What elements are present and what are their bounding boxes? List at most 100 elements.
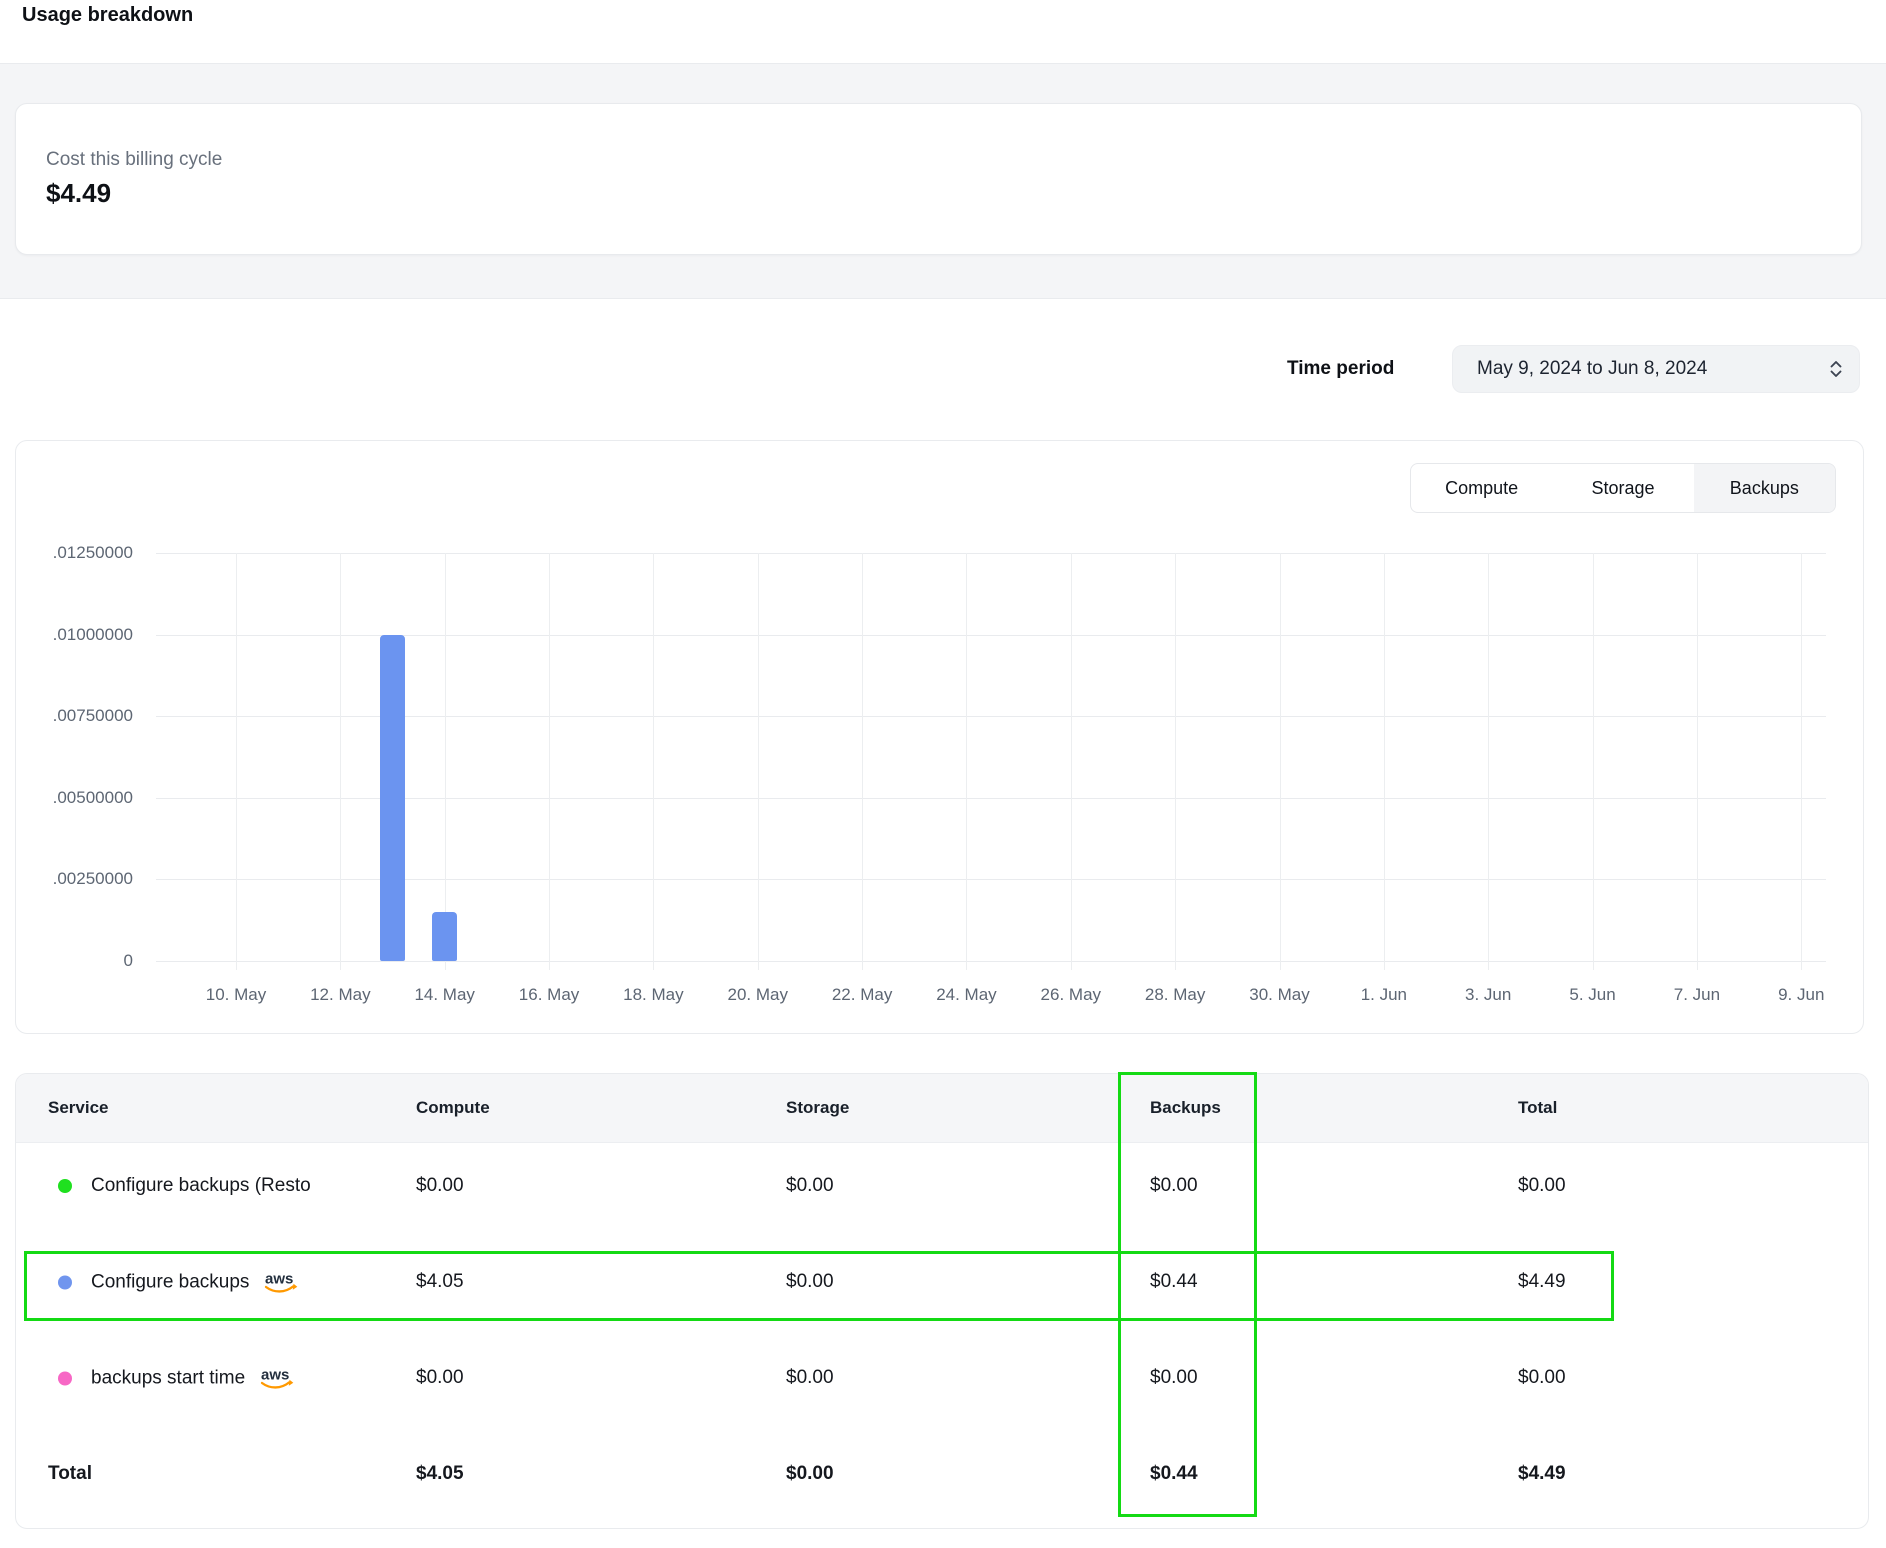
total-value: $0.00 [1518, 1367, 1566, 1389]
usage-breakdown-page: Usage breakdown Cost this billing cycle … [0, 0, 1886, 1548]
tab-compute[interactable]: Compute [1411, 464, 1552, 512]
gridline-vertical [1488, 553, 1489, 970]
service-name: backups start time [91, 1367, 245, 1389]
gridline-horizontal [156, 798, 1826, 799]
gridline-vertical [236, 553, 237, 970]
total-value: $4.49 [1518, 1463, 1566, 1485]
x-axis-tick-label: 1. Jun [1339, 985, 1429, 1005]
storage-value: $0.00 [786, 1367, 834, 1389]
x-axis-tick-label: 14. May [400, 985, 490, 1005]
compute-value: $4.05 [416, 1271, 464, 1293]
gridline-vertical [1697, 553, 1698, 970]
gridline-vertical [966, 553, 967, 970]
service-name: Configure backups [91, 1271, 249, 1293]
usage-table: Service Compute Storage Backups Total Config… [15, 1073, 1869, 1529]
x-axis-tick-label: 3. Jun [1443, 985, 1533, 1005]
billing-cycle-amount: $4.49 [46, 178, 111, 208]
backups-value: $0.00 [1150, 1367, 1198, 1389]
backups-value: $0.44 [1150, 1271, 1198, 1293]
table-row: Configure backups aws $4.05 $0.00 $0.44 $4.49 [16, 1234, 1868, 1330]
series-color-dot [58, 1275, 72, 1289]
gridline-vertical [340, 553, 341, 970]
tab-backups[interactable]: Backups [1694, 464, 1835, 512]
billing-cycle-label: Cost this billing cycle [46, 148, 222, 172]
time-period-value: May 9, 2024 to Jun 8, 2024 [1477, 358, 1827, 380]
series-color-dot [58, 1179, 72, 1193]
column-header-service: Service [48, 1074, 109, 1142]
x-axis-tick-label: 12. May [295, 985, 385, 1005]
table-total-row: Total $4.05 $0.00 $0.44 $4.49 [16, 1426, 1868, 1522]
gridline-vertical [1593, 553, 1594, 970]
gridline-vertical [1384, 553, 1385, 970]
service-cell: Configure backups aws [58, 1269, 298, 1296]
storage-value: $0.00 [786, 1271, 834, 1293]
gridline-horizontal [156, 716, 1826, 717]
y-axis-tick-label: .01000000 [23, 625, 133, 645]
x-axis-tick-label: 28. May [1130, 985, 1220, 1005]
gridline-vertical [445, 553, 446, 970]
column-header-total: Total [1518, 1074, 1557, 1142]
gridline-vertical [862, 553, 863, 970]
aws-logo-icon: aws [262, 1269, 298, 1296]
x-axis-tick-label: 7. Jun [1652, 985, 1742, 1005]
x-axis-tick-label: 22. May [817, 985, 907, 1005]
x-axis-tick-label: 16. May [504, 985, 594, 1005]
x-axis-tick-label: 26. May [1026, 985, 1116, 1005]
chart-bar-14-may [432, 912, 457, 961]
y-axis-tick-label: .00500000 [23, 788, 133, 808]
total-value: $4.49 [1518, 1271, 1566, 1293]
compute-value: $0.00 [416, 1367, 464, 1389]
gridline-vertical [653, 553, 654, 970]
chart-bar-13-may [380, 635, 405, 961]
service-cell: backups start time aws [58, 1365, 294, 1392]
compute-value: $4.05 [416, 1463, 464, 1485]
chart-metric-tabs: ComputeStorageBackups [1410, 463, 1836, 513]
aws-logo-icon: aws [258, 1365, 294, 1392]
gridline-vertical [1801, 553, 1802, 970]
gridline-vertical [1071, 553, 1072, 970]
x-axis-tick-label: 24. May [921, 985, 1011, 1005]
service-name: Configure backups (Resto [91, 1175, 311, 1197]
x-axis-tick-label: 10. May [191, 985, 281, 1005]
gridline-horizontal [156, 553, 1826, 554]
backups-value: $0.00 [1150, 1175, 1198, 1197]
time-period-select[interactable]: May 9, 2024 to Jun 8, 2024 [1452, 345, 1860, 393]
y-axis-tick-label: .00750000 [23, 706, 133, 726]
column-header-backups: Backups [1150, 1074, 1221, 1142]
column-header-compute: Compute [416, 1074, 490, 1142]
billing-cycle-card: Cost this billing cycle $4.49 [15, 103, 1862, 255]
usage-chart-card: ComputeStorageBackups .01250000 .01000000… [15, 440, 1864, 1034]
gridline-vertical [1175, 553, 1176, 970]
time-period-label: Time period [1287, 345, 1394, 393]
total-row-label: Total [48, 1463, 92, 1485]
total-value: $0.00 [1518, 1175, 1566, 1197]
page-title: Usage breakdown [22, 4, 193, 27]
table-row: Configure backups (Resto $0.00 $0.00 $0.00 $… [16, 1138, 1868, 1234]
y-axis-tick-label: .01250000 [23, 543, 133, 563]
backups-value: $0.44 [1150, 1463, 1198, 1485]
gridline-vertical [549, 553, 550, 970]
svg-text:aws: aws [261, 1367, 289, 1384]
y-axis-tick-label: 0 [23, 951, 133, 971]
x-axis-tick-label: 20. May [713, 985, 803, 1005]
x-axis-tick-label: 5. Jun [1548, 985, 1638, 1005]
compute-value: $0.00 [416, 1175, 464, 1197]
storage-value: $0.00 [786, 1175, 834, 1197]
tab-storage[interactable]: Storage [1552, 464, 1693, 512]
usage-table-header: Service Compute Storage Backups Total [16, 1074, 1868, 1143]
service-cell: Configure backups (Resto [58, 1175, 311, 1197]
gridline-horizontal [156, 961, 1826, 962]
x-axis-tick-label: 18. May [608, 985, 698, 1005]
x-axis-tick-label: 30. May [1235, 985, 1325, 1005]
x-axis-tick-label: 9. Jun [1756, 985, 1846, 1005]
gridline-horizontal [156, 879, 1826, 880]
table-row: backups start time aws $0.00 $0.00 $0.00 $0.0… [16, 1330, 1868, 1426]
storage-value: $0.00 [786, 1463, 834, 1485]
gridline-horizontal [156, 635, 1826, 636]
column-header-storage: Storage [786, 1074, 849, 1142]
y-axis-tick-label: .00250000 [23, 869, 133, 889]
gridline-vertical [1280, 553, 1281, 970]
chevron-up-down-icon [1827, 358, 1845, 380]
svg-text:aws: aws [265, 1271, 293, 1288]
series-color-dot [58, 1371, 72, 1385]
